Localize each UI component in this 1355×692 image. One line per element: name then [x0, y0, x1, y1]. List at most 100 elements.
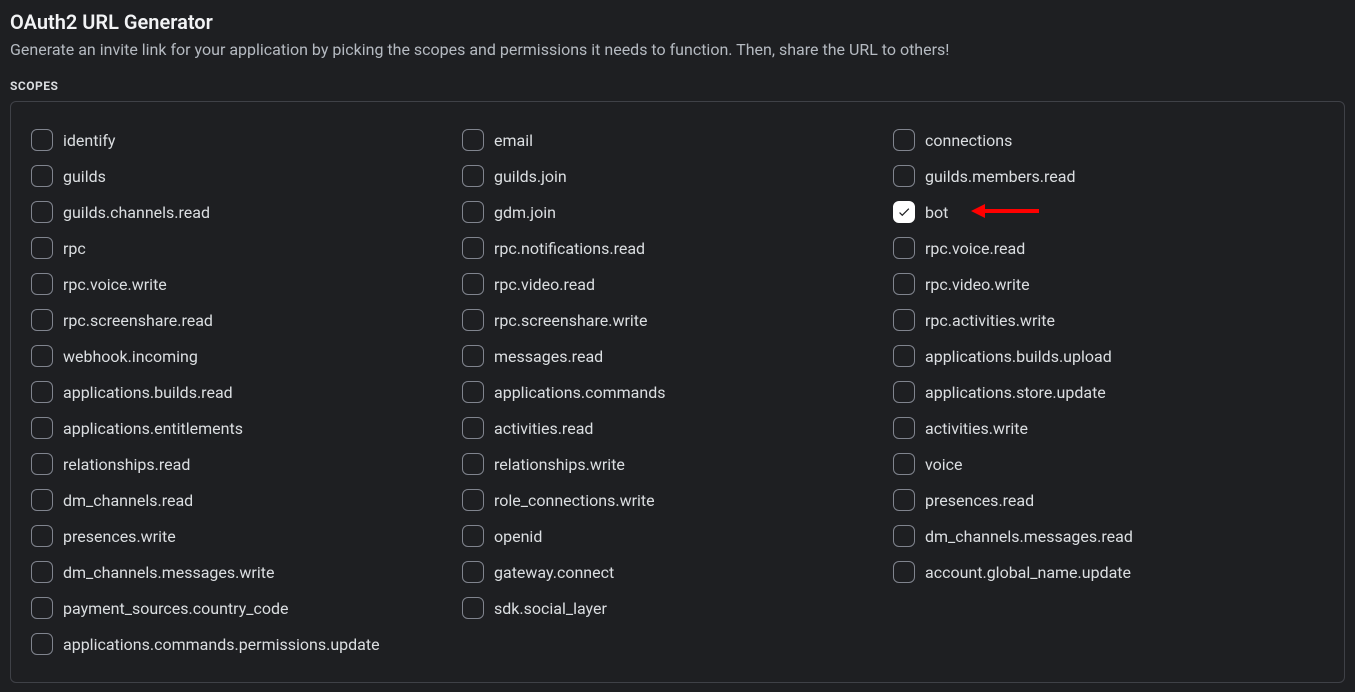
scope-checkbox[interactable] — [893, 561, 915, 583]
scope-checkbox[interactable] — [31, 417, 53, 439]
scope-checkbox[interactable] — [31, 129, 53, 151]
scope-label: gateway.connect — [494, 563, 614, 582]
scope-label: connections — [925, 131, 1012, 150]
scope-item[interactable]: rpc.notifications.read — [462, 230, 893, 266]
scope-checkbox[interactable] — [462, 453, 484, 475]
scope-item[interactable]: rpc.video.read — [462, 266, 893, 302]
scope-checkbox[interactable] — [462, 561, 484, 583]
scope-checkbox[interactable] — [31, 633, 53, 655]
scope-item[interactable]: activities.write — [893, 410, 1324, 446]
scope-checkbox[interactable] — [31, 453, 53, 475]
scope-checkbox[interactable] — [893, 381, 915, 403]
scope-item[interactable]: openid — [462, 518, 893, 554]
scope-item[interactable]: dm_channels.read — [31, 482, 462, 518]
scope-label: openid — [494, 527, 542, 546]
scope-item[interactable]: rpc.voice.write — [31, 266, 462, 302]
scope-item[interactable]: gateway.connect — [462, 554, 893, 590]
scopes-grid: identifyguildsguilds.channels.readrpcrpc… — [10, 101, 1345, 683]
scope-checkbox[interactable] — [462, 201, 484, 223]
scope-checkbox[interactable] — [462, 129, 484, 151]
scope-item[interactable]: applications.commands.permissions.update — [31, 626, 462, 662]
scope-item[interactable]: guilds.members.read — [893, 158, 1324, 194]
scope-item[interactable]: rpc.screenshare.read — [31, 302, 462, 338]
scope-label: activities.read — [494, 419, 593, 438]
scope-item[interactable]: role_connections.write — [462, 482, 893, 518]
scope-checkbox[interactable] — [893, 345, 915, 367]
scope-label: rpc.screenshare.read — [63, 311, 213, 330]
scope-checkbox[interactable] — [31, 597, 53, 619]
scope-checkbox[interactable] — [31, 561, 53, 583]
scope-item[interactable]: applications.commands — [462, 374, 893, 410]
scope-label: relationships.write — [494, 455, 625, 474]
scope-label: activities.write — [925, 419, 1028, 438]
scope-checkbox[interactable] — [893, 525, 915, 547]
scope-item[interactable]: presences.write — [31, 518, 462, 554]
scope-item[interactable]: identify — [31, 122, 462, 158]
scope-checkbox[interactable] — [893, 165, 915, 187]
scope-checkbox[interactable] — [31, 345, 53, 367]
scope-item[interactable]: payment_sources.country_code — [31, 590, 462, 626]
scope-item[interactable]: applications.entitlements — [31, 410, 462, 446]
scope-item[interactable]: rpc — [31, 230, 462, 266]
scope-item[interactable]: presences.read — [893, 482, 1324, 518]
scope-checkbox[interactable] — [31, 309, 53, 331]
scope-item[interactable]: activities.read — [462, 410, 893, 446]
scope-item[interactable]: dm_channels.messages.write — [31, 554, 462, 590]
scope-checkbox[interactable] — [462, 417, 484, 439]
scope-label: rpc.notifications.read — [494, 239, 645, 258]
scope-item[interactable]: sdk.social_layer — [462, 590, 893, 626]
scope-item[interactable]: bot — [893, 194, 1324, 230]
scope-checkbox[interactable] — [31, 489, 53, 511]
scope-checkbox[interactable] — [462, 309, 484, 331]
scope-checkbox[interactable] — [31, 237, 53, 259]
scope-item[interactable]: guilds.join — [462, 158, 893, 194]
scope-checkbox[interactable] — [893, 309, 915, 331]
scope-checkbox[interactable] — [462, 525, 484, 547]
scope-item[interactable]: relationships.write — [462, 446, 893, 482]
scope-item[interactable]: applications.builds.upload — [893, 338, 1324, 374]
scope-checkbox[interactable] — [462, 345, 484, 367]
scope-label: dm_channels.messages.read — [925, 527, 1133, 546]
scope-item[interactable]: connections — [893, 122, 1324, 158]
scope-item[interactable]: voice — [893, 446, 1324, 482]
scope-checkbox[interactable] — [31, 381, 53, 403]
scope-label: presences.read — [925, 491, 1034, 510]
scope-checkbox[interactable] — [893, 129, 915, 151]
scope-checkbox[interactable] — [462, 381, 484, 403]
scope-checkbox[interactable] — [31, 165, 53, 187]
scope-item[interactable]: rpc.video.write — [893, 266, 1324, 302]
scope-item[interactable]: email — [462, 122, 893, 158]
scope-item[interactable]: account.global_name.update — [893, 554, 1324, 590]
scope-label: voice — [925, 455, 963, 474]
scope-item[interactable]: rpc.voice.read — [893, 230, 1324, 266]
scope-item[interactable]: relationships.read — [31, 446, 462, 482]
scope-checkbox[interactable] — [31, 201, 53, 223]
scope-item[interactable]: dm_channels.messages.read — [893, 518, 1324, 554]
scope-item[interactable]: gdm.join — [462, 194, 893, 230]
scope-checkbox[interactable] — [462, 165, 484, 187]
scope-checkbox[interactable] — [893, 417, 915, 439]
scope-item[interactable]: rpc.screenshare.write — [462, 302, 893, 338]
scope-checkbox[interactable] — [893, 453, 915, 475]
scope-label: applications.commands — [494, 383, 665, 402]
scope-label: rpc.activities.write — [925, 311, 1055, 330]
scope-checkbox[interactable] — [893, 273, 915, 295]
scope-label: guilds.members.read — [925, 167, 1075, 186]
scope-item[interactable]: applications.store.update — [893, 374, 1324, 410]
scope-checkbox[interactable] — [462, 597, 484, 619]
scope-checkbox[interactable] — [893, 237, 915, 259]
scope-checkbox[interactable] — [31, 273, 53, 295]
scope-item[interactable]: guilds.channels.read — [31, 194, 462, 230]
scope-checkbox[interactable] — [462, 489, 484, 511]
scope-item[interactable]: guilds — [31, 158, 462, 194]
scope-checkbox[interactable] — [31, 525, 53, 547]
scope-checkbox[interactable] — [893, 201, 915, 223]
scope-checkbox[interactable] — [462, 237, 484, 259]
scope-checkbox[interactable] — [462, 273, 484, 295]
scope-item[interactable]: applications.builds.read — [31, 374, 462, 410]
scope-checkbox[interactable] — [893, 489, 915, 511]
scopes-column: identifyguildsguilds.channels.readrpcrpc… — [31, 122, 462, 662]
scope-item[interactable]: messages.read — [462, 338, 893, 374]
scope-item[interactable]: webhook.incoming — [31, 338, 462, 374]
scope-item[interactable]: rpc.activities.write — [893, 302, 1324, 338]
